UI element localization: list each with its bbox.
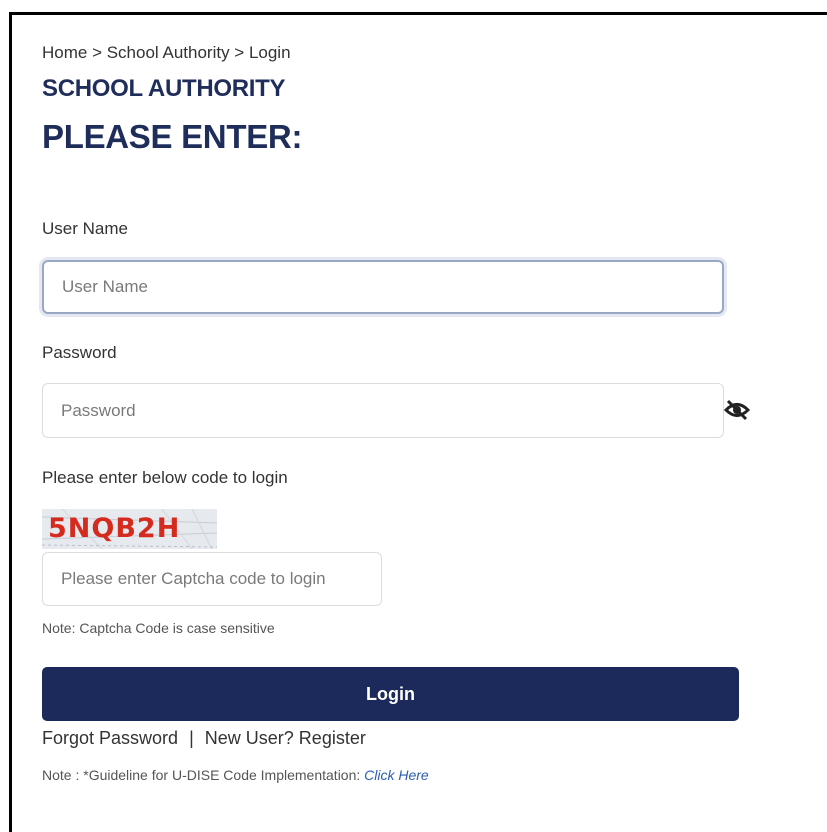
forgot-password-link[interactable]: Forgot Password — [42, 728, 178, 748]
captcha-prompt: Please enter below code to login — [42, 468, 288, 487]
guideline-link[interactable]: Click Here — [364, 767, 429, 783]
page-subtitle: SCHOOL AUTHORITY — [42, 75, 286, 102]
link-separator: | — [189, 728, 194, 748]
eye-slash-icon[interactable] — [723, 399, 751, 421]
username-label: User Name — [42, 219, 128, 238]
breadcrumb: Home > School Authority > Login — [42, 43, 291, 62]
login-button[interactable]: Login — [42, 667, 739, 721]
footer-note: Note : *Guideline for U-DISE Code Implem… — [42, 767, 429, 783]
captcha-image: 5NQB2H — [42, 509, 217, 549]
account-links: Forgot Password | New User? Register — [42, 728, 366, 749]
password-label: Password — [42, 343, 117, 362]
register-link[interactable]: New User? Register — [205, 728, 366, 748]
captcha-input[interactable] — [42, 552, 382, 606]
password-input[interactable] — [42, 383, 724, 438]
captcha-note: Note: Captcha Code is case sensitive — [42, 620, 275, 636]
username-input[interactable] — [42, 260, 724, 314]
captcha-code: 5NQB2H — [48, 513, 181, 544]
page-title: PLEASE ENTER: — [42, 118, 303, 155]
footer-note-text: Note : *Guideline for U-DISE Code Implem… — [42, 767, 365, 783]
